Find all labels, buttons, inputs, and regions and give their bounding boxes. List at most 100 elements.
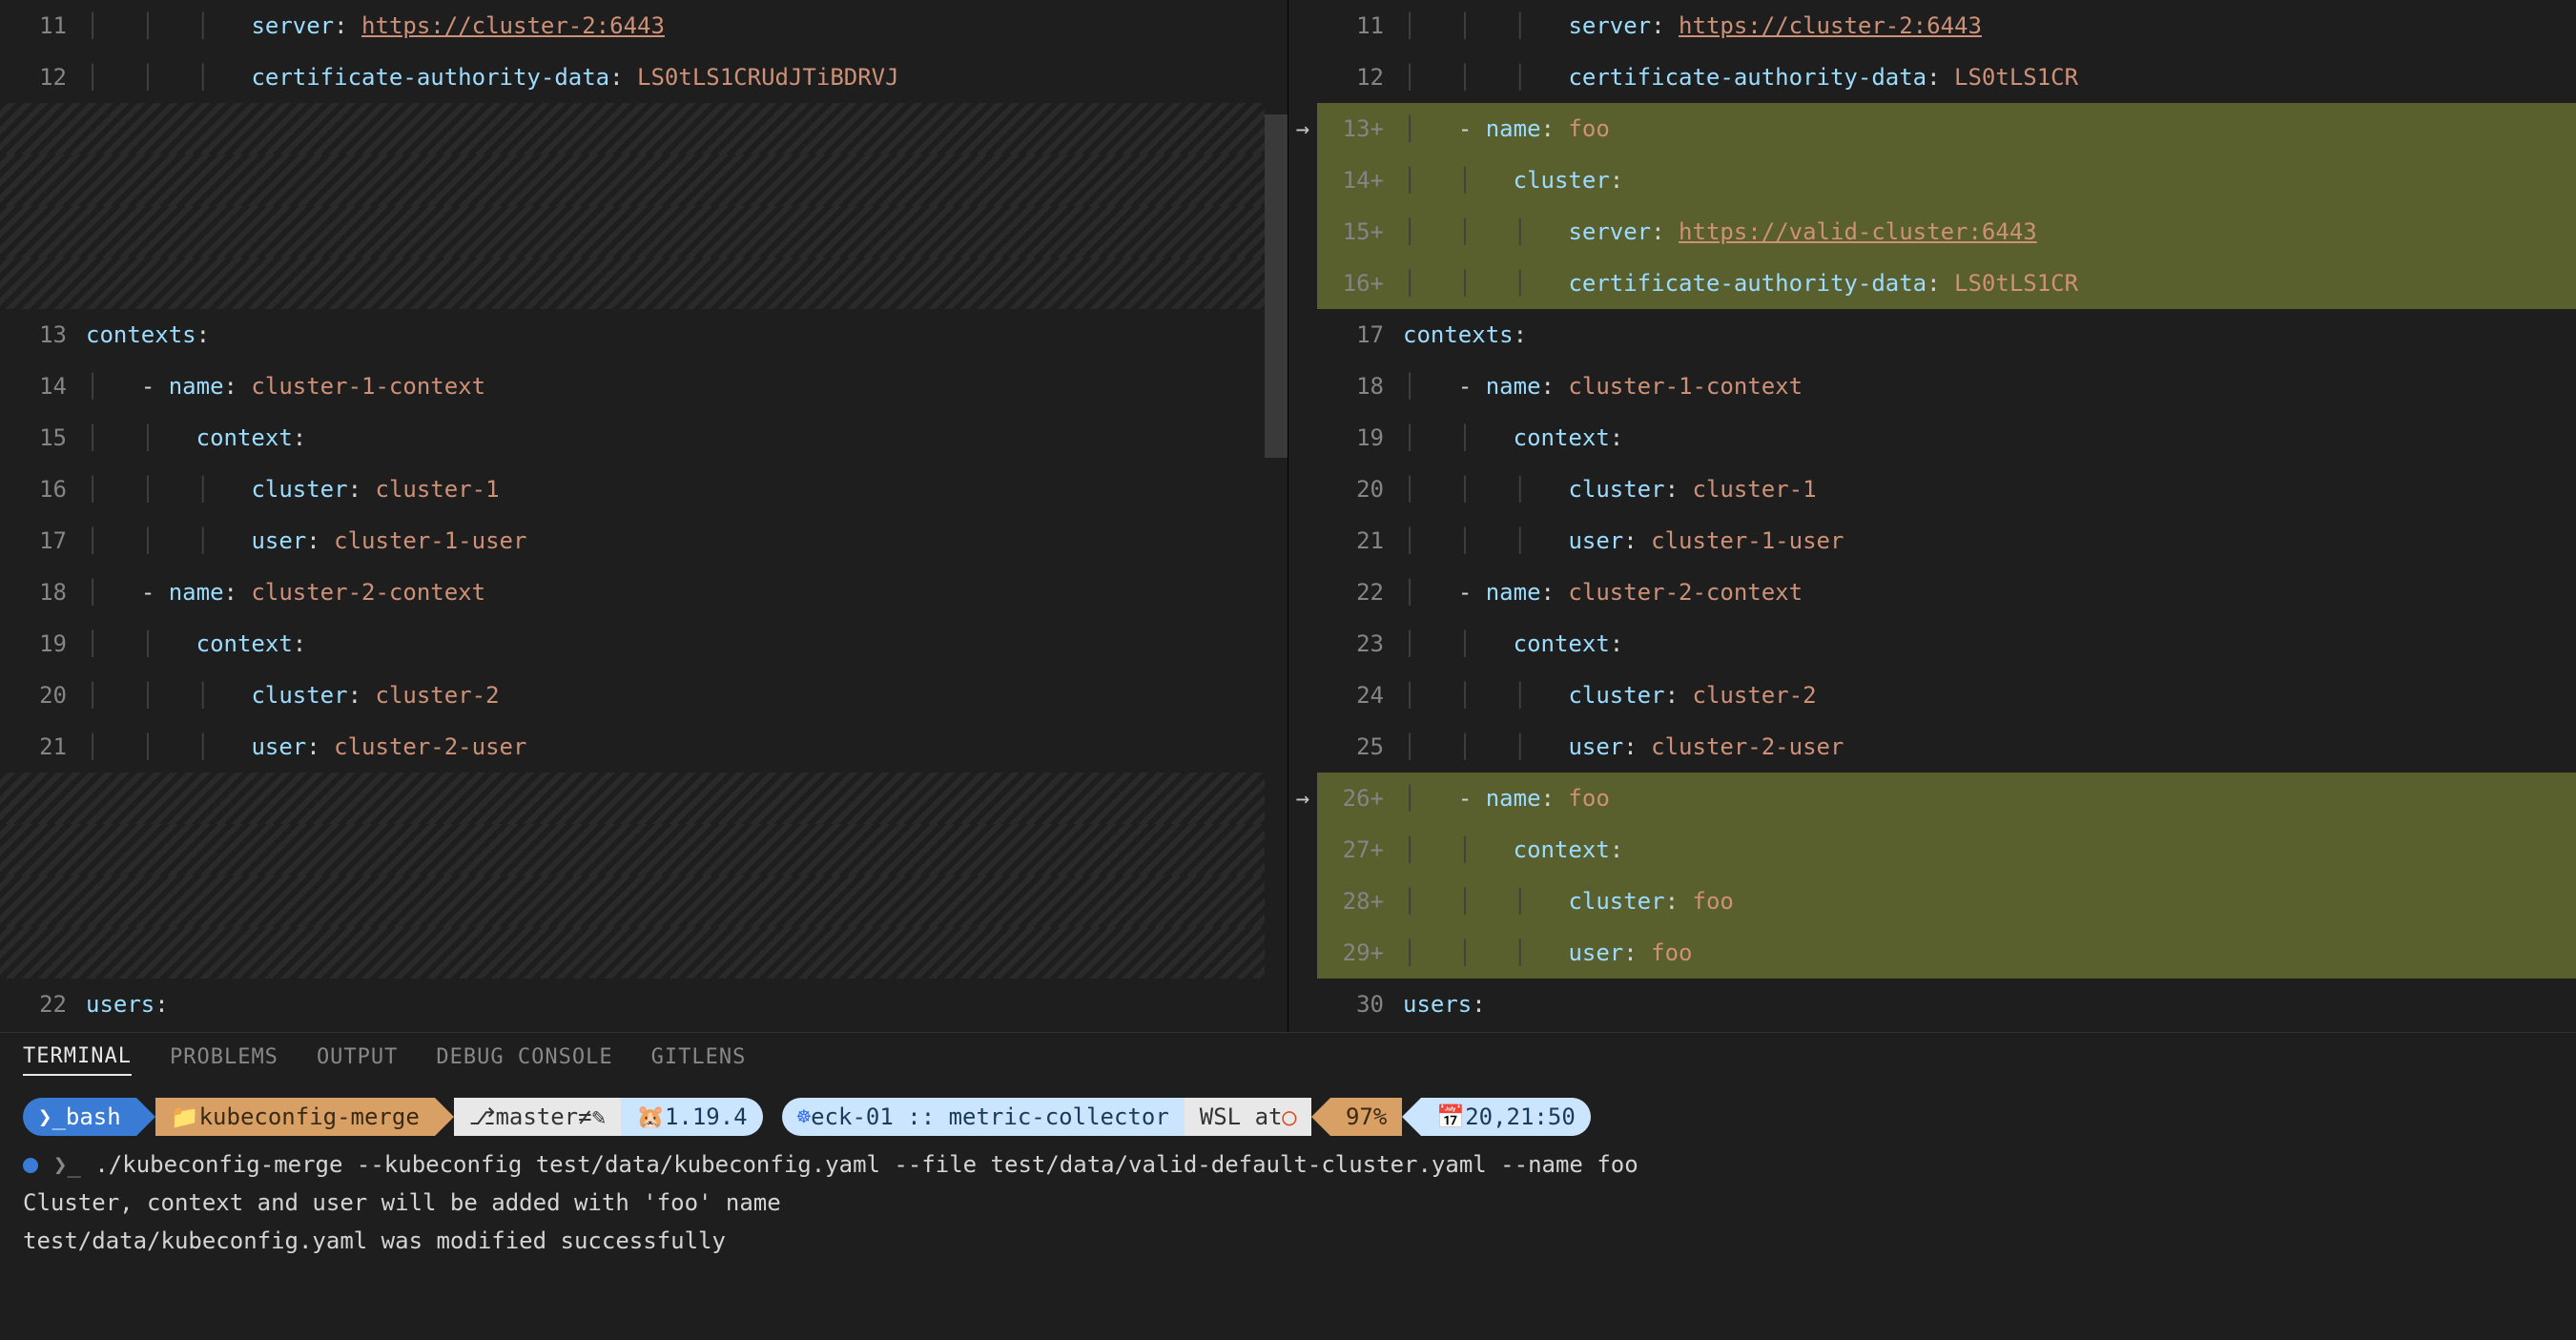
seg-time: 📅 20,21:50 bbox=[1421, 1098, 1590, 1136]
line-number: 16+ bbox=[1317, 258, 1403, 309]
code-line[interactable] bbox=[0, 258, 1288, 309]
code-content: │ │ │ user: cluster-2-user bbox=[1403, 721, 2576, 773]
code-line[interactable]: 21│ │ │ user: cluster-1-user bbox=[1288, 515, 2576, 567]
code-line[interactable]: 19│ │ context: bbox=[1288, 412, 2576, 464]
kubernetes-icon: ☸ bbox=[797, 1103, 811, 1130]
code-line[interactable]: 22users: bbox=[0, 979, 1288, 1030]
diff-right-pane[interactable]: 11│ │ │ server: https://cluster-2:644312… bbox=[1288, 0, 2576, 1032]
code-content: │ │ │ server: https://valid-cluster:6443 bbox=[1403, 206, 2576, 258]
diff-arrow-icon bbox=[1288, 412, 1317, 464]
panel-tab-problems[interactable]: PROBLEMS bbox=[170, 1045, 278, 1075]
go-icon: 🐹 bbox=[636, 1103, 665, 1130]
line-number: 16 bbox=[0, 464, 86, 515]
code-line[interactable]: 15│ │ context: bbox=[0, 412, 1288, 464]
code-line[interactable]: 22│ - name: cluster-2-context bbox=[1288, 567, 2576, 618]
code-line[interactable]: 20│ │ │ cluster: cluster-2 bbox=[0, 670, 1288, 721]
code-line[interactable]: 30users: bbox=[1288, 979, 2576, 1030]
line-number: 15+ bbox=[1317, 206, 1403, 258]
code-line[interactable] bbox=[0, 927, 1288, 979]
code-line[interactable]: 20│ │ │ cluster: cluster-1 bbox=[1288, 464, 2576, 515]
code-content: │ │ context: bbox=[86, 412, 1288, 464]
line-number bbox=[0, 876, 86, 927]
minimap[interactable] bbox=[1265, 0, 1288, 1032]
code-content bbox=[86, 206, 1288, 258]
code-content: │ - name: cluster-2-context bbox=[1403, 567, 2576, 618]
line-number: 23 bbox=[1317, 618, 1403, 670]
code-line[interactable]: 19│ │ context: bbox=[0, 618, 1288, 670]
code-line[interactable]: 17contexts: bbox=[1288, 309, 2576, 361]
line-number: 20 bbox=[1317, 464, 1403, 515]
diff-arrow-icon bbox=[1288, 258, 1317, 309]
line-number: 18 bbox=[1317, 361, 1403, 412]
line-number: 18 bbox=[0, 567, 86, 618]
terminal-output: Cluster, context and user will be added … bbox=[23, 1184, 2553, 1222]
line-number: 14 bbox=[0, 361, 86, 412]
line-number bbox=[0, 773, 86, 824]
panel-tab-output[interactable]: OUTPUT bbox=[317, 1045, 398, 1075]
line-number: 22 bbox=[1317, 567, 1403, 618]
code-line[interactable]: 23│ │ context: bbox=[1288, 618, 2576, 670]
code-line[interactable]: →26+│ - name: foo bbox=[1288, 773, 2576, 824]
line-number: 17 bbox=[1317, 309, 1403, 361]
code-content: │ │ │ server: https://cluster-2:6443 bbox=[86, 0, 1288, 52]
seg-go: 🐹 1.19.4 bbox=[621, 1098, 763, 1136]
diff-arrow-icon bbox=[1288, 52, 1317, 103]
panel-tab-debug-console[interactable]: DEBUG CONSOLE bbox=[436, 1045, 612, 1075]
diff-arrow-icon bbox=[1288, 206, 1317, 258]
line-number: 21 bbox=[0, 721, 86, 773]
code-line[interactable]: 17│ │ │ user: cluster-1-user bbox=[0, 515, 1288, 567]
code-line[interactable] bbox=[0, 155, 1288, 206]
code-content: │ │ │ server: https://cluster-2:6443 bbox=[1403, 0, 2576, 52]
terminal-body[interactable]: ❯_ bash 📁kubeconfig-merge ⎇ master ≠ ✎ 🐹… bbox=[0, 1086, 2576, 1260]
code-line[interactable]: 14│ - name: cluster-1-context bbox=[0, 361, 1288, 412]
code-line[interactable] bbox=[0, 876, 1288, 927]
line-number: 21 bbox=[1317, 515, 1403, 567]
diff-arrow-icon: → bbox=[1288, 103, 1317, 155]
minimap-thumb[interactable] bbox=[1265, 114, 1288, 458]
code-content: │ │ │ certificate-authority-data: LS0tLS… bbox=[1403, 258, 2576, 309]
code-line[interactable]: 25│ │ │ user: cluster-2-user bbox=[1288, 721, 2576, 773]
code-line[interactable] bbox=[0, 773, 1288, 824]
code-line[interactable]: 16│ │ │ cluster: cluster-1 bbox=[0, 464, 1288, 515]
panel-tab-terminal[interactable]: TERMINAL bbox=[23, 1044, 132, 1076]
diff-arrow-icon bbox=[1288, 361, 1317, 412]
seg-battery: 97% bbox=[1330, 1098, 1402, 1136]
code-line[interactable]: →13+│ - name: foo bbox=[1288, 103, 2576, 155]
diff-arrow-icon bbox=[1288, 0, 1317, 52]
code-line[interactable]: 11│ │ │ server: https://cluster-2:6443 bbox=[1288, 0, 2576, 52]
diff-arrow-icon bbox=[1288, 567, 1317, 618]
code-line[interactable]: 12│ │ │ certificate-authority-data: LS0t… bbox=[1288, 52, 2576, 103]
code-content: │ │ context: bbox=[1403, 618, 2576, 670]
code-line[interactable]: 16+│ │ │ certificate-authority-data: LS0… bbox=[1288, 258, 2576, 309]
code-line[interactable]: 11│ │ │ server: https://cluster-2:6443 bbox=[0, 0, 1288, 52]
line-number bbox=[0, 155, 86, 206]
code-line[interactable]: 15+│ │ │ server: https://valid-cluster:6… bbox=[1288, 206, 2576, 258]
code-line[interactable]: 21│ │ │ user: cluster-2-user bbox=[0, 721, 1288, 773]
line-number: 19 bbox=[1317, 412, 1403, 464]
code-content bbox=[86, 927, 1288, 979]
code-content: │ - name: foo bbox=[1403, 773, 2576, 824]
code-line[interactable] bbox=[0, 103, 1288, 155]
line-number: 12 bbox=[1317, 52, 1403, 103]
code-content: │ │ │ user: cluster-1-user bbox=[1403, 515, 2576, 567]
code-line[interactable] bbox=[0, 824, 1288, 876]
code-line[interactable]: 27+│ │ context: bbox=[1288, 824, 2576, 876]
code-content bbox=[86, 773, 1288, 824]
code-line[interactable]: 14+│ │ cluster: bbox=[1288, 155, 2576, 206]
panel-tab-gitlens[interactable]: GITLENS bbox=[651, 1045, 747, 1075]
code-line[interactable]: 24│ │ │ cluster: cluster-2 bbox=[1288, 670, 2576, 721]
line-number: 11 bbox=[1317, 0, 1403, 52]
code-content: │ │ │ cluster: cluster-1 bbox=[86, 464, 1288, 515]
code-line[interactable]: 12│ │ │ certificate-authority-data: LS0t… bbox=[0, 52, 1288, 103]
code-line[interactable]: 29+│ │ │ user: foo bbox=[1288, 927, 2576, 979]
code-line[interactable]: 18│ - name: cluster-1-context bbox=[1288, 361, 2576, 412]
code-line[interactable] bbox=[0, 206, 1288, 258]
code-line[interactable]: 13contexts: bbox=[0, 309, 1288, 361]
line-number bbox=[0, 927, 86, 979]
code-line[interactable]: 28+│ │ │ cluster: foo bbox=[1288, 876, 2576, 927]
code-content: │ │ context: bbox=[1403, 412, 2576, 464]
diff-arrow-icon bbox=[1288, 927, 1317, 979]
diff-left-pane[interactable]: 11│ │ │ server: https://cluster-2:644312… bbox=[0, 0, 1288, 1032]
diff-arrow-icon bbox=[1288, 618, 1317, 670]
code-line[interactable]: 18│ - name: cluster-2-context bbox=[0, 567, 1288, 618]
